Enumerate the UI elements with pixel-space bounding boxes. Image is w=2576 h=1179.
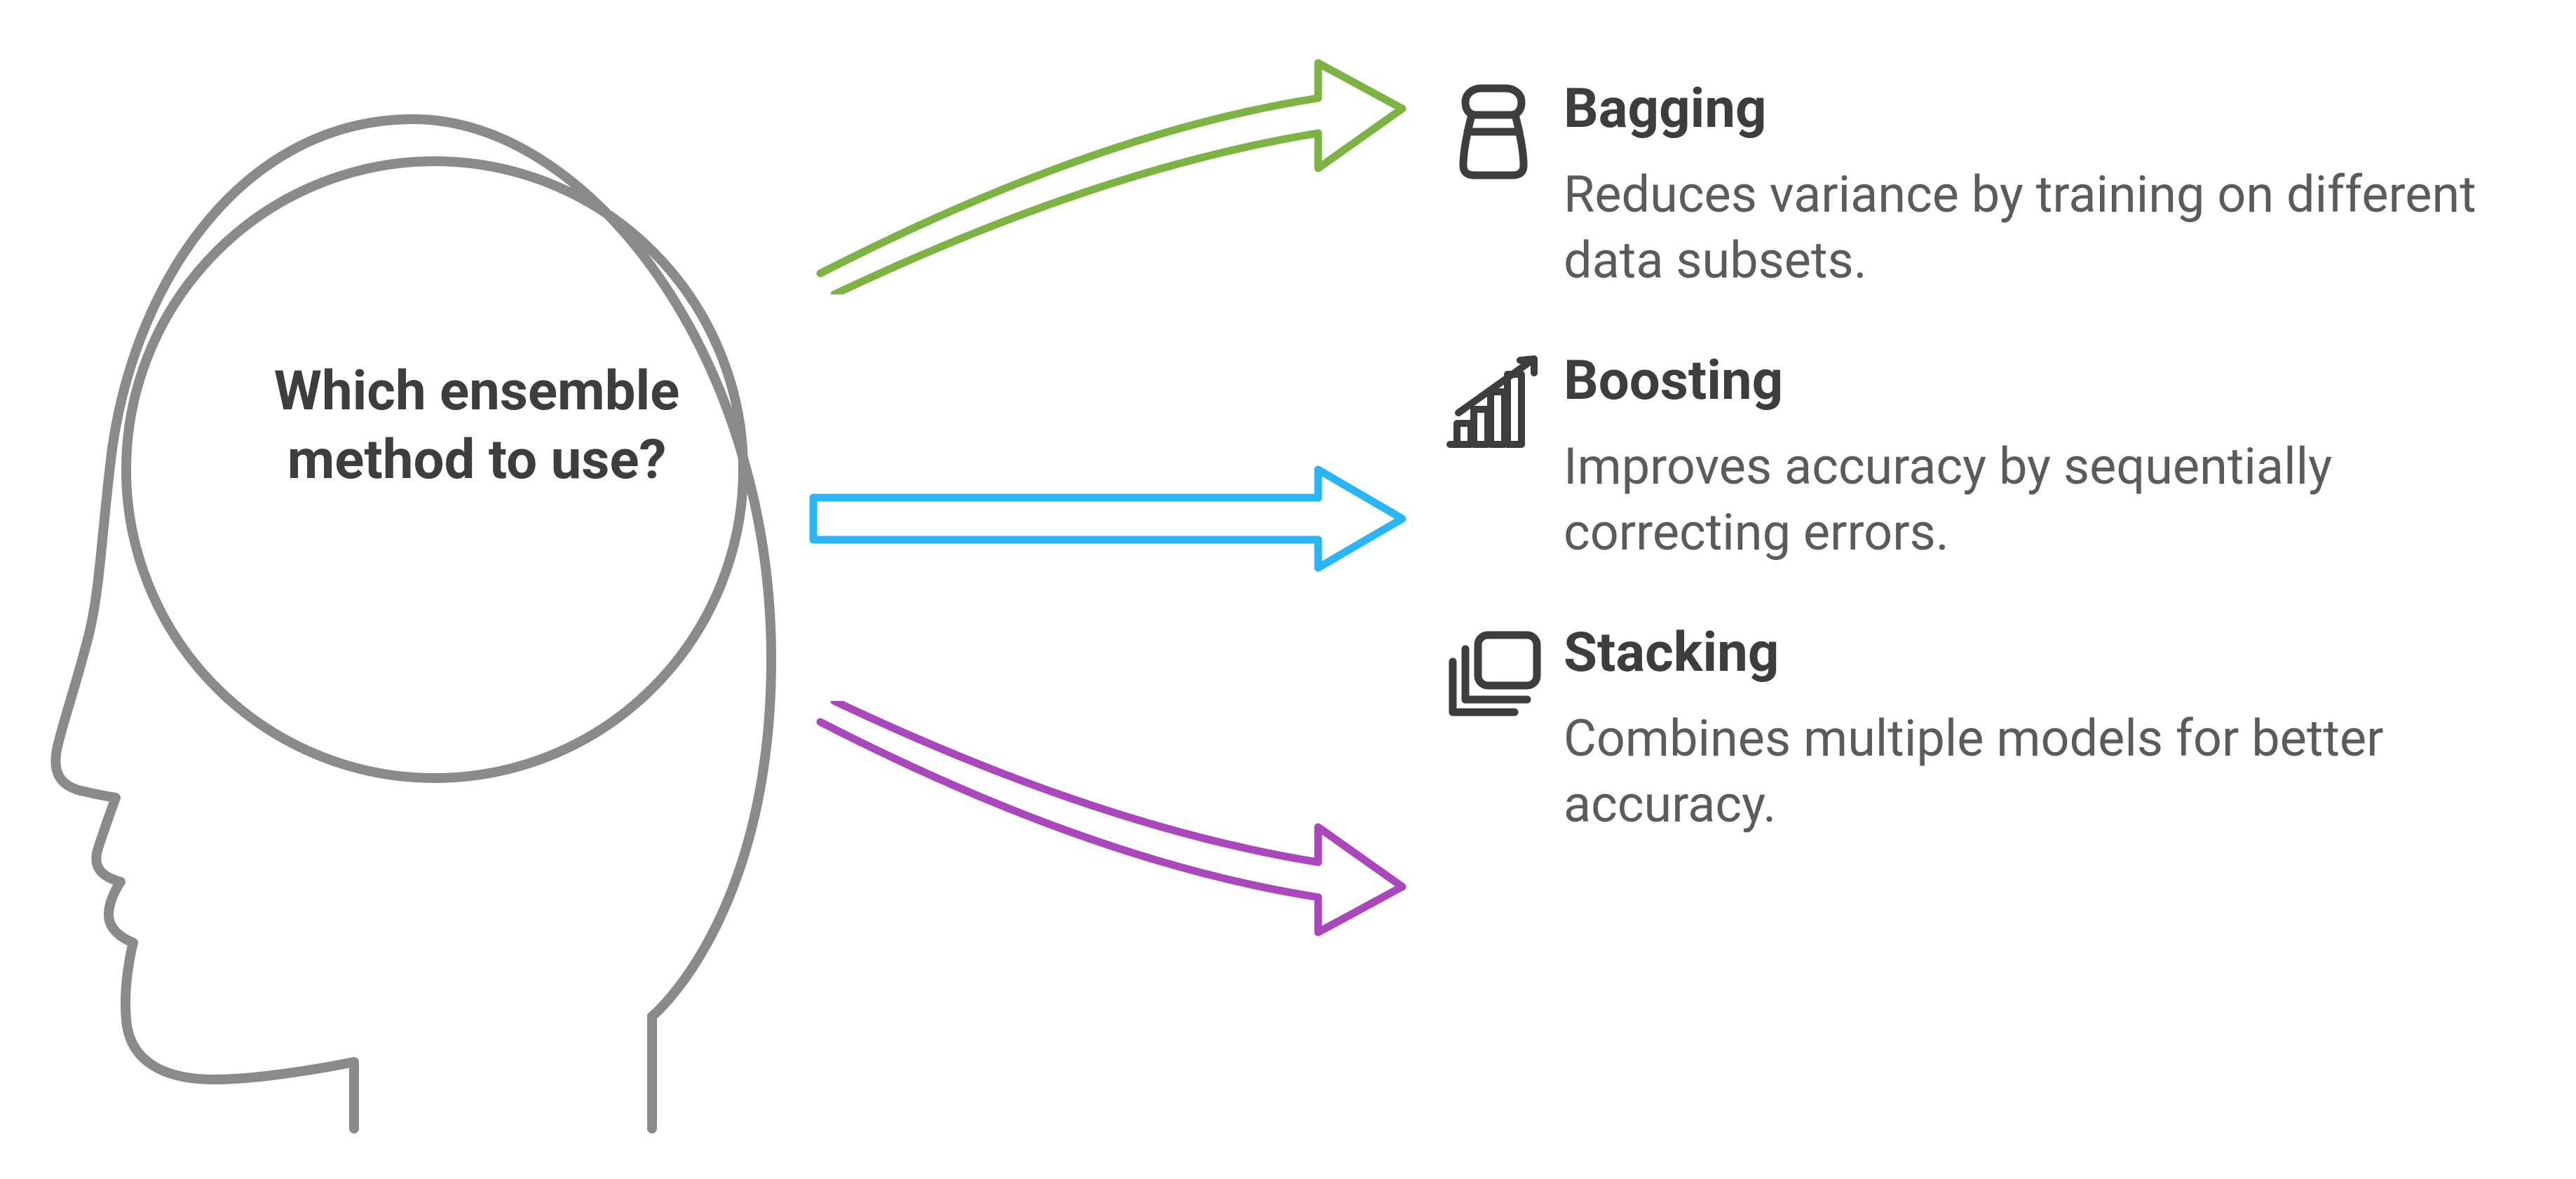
- method-description: Combines multiple models for better accu…: [1564, 706, 2531, 837]
- central-question: Which ensemble method to use?: [196, 357, 757, 494]
- question-line: Which ensemble method to use?: [274, 360, 680, 492]
- methods-column: Bagging Reduces variance by training on …: [1444, 77, 2531, 894]
- method-boosting-text: Boosting Improves accuracy by sequential…: [1543, 349, 2531, 565]
- ensemble-diagram: Which ensemble method to use?: [0, 0, 2576, 1179]
- method-bagging: Bagging Reduces variance by training on …: [1444, 77, 2531, 293]
- head-outline-icon: [42, 70, 813, 1136]
- method-stacking-text: Stacking Combines multiple models for be…: [1543, 621, 2531, 837]
- method-description: Improves accuracy by sequentially correc…: [1564, 434, 2531, 565]
- method-bagging-text: Bagging Reduces variance by training on …: [1543, 77, 2531, 293]
- method-title: Stacking: [1564, 621, 2531, 685]
- method-boosting: Boosting Improves accuracy by sequential…: [1444, 349, 2531, 565]
- arrow-stacking: [799, 701, 1416, 946]
- arrow-bagging: [799, 49, 1416, 294]
- method-description: Reduces variance by training on differen…: [1564, 162, 2531, 293]
- bar-growth-icon: [1444, 349, 1543, 451]
- stack-icon: [1444, 621, 1543, 723]
- salt-shaker-icon: [1444, 77, 1543, 179]
- method-stacking: Stacking Combines multiple models for be…: [1444, 621, 2531, 837]
- method-title: Bagging: [1564, 77, 2531, 141]
- arrow-boosting: [799, 463, 1416, 575]
- method-title: Boosting: [1564, 349, 2531, 413]
